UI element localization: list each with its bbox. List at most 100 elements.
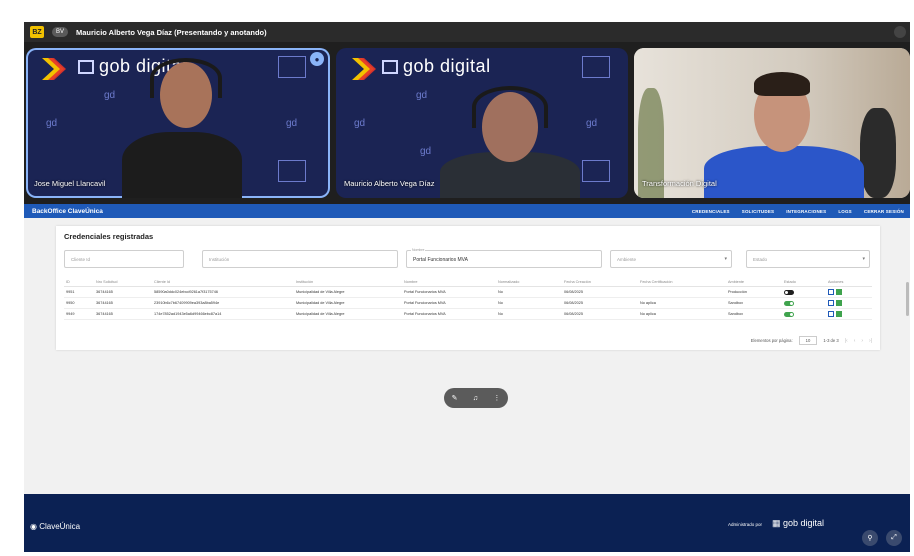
institucion-field[interactable]: Institución <box>202 250 398 268</box>
cell-acciones <box>826 308 872 320</box>
footer-brand: ◉ ClaveÚnica <box>30 522 81 531</box>
volume-icon[interactable]: ♫ <box>473 395 478 402</box>
estado-toggle[interactable] <box>784 289 794 295</box>
col-id[interactable]: ID <box>64 278 94 287</box>
cell-id: 9951 <box>64 286 94 298</box>
cell-certificacion: No aplica <box>638 308 726 320</box>
ambiente-select[interactable]: Ambiente ▾ <box>610 250 732 268</box>
headset <box>472 86 548 128</box>
next-page-icon[interactable]: › <box>861 338 863 344</box>
cell-institucion: Municipalidad de Villa Alegre <box>294 297 402 309</box>
col-cliente[interactable]: Cliente Id <box>152 278 294 287</box>
card-title: Credenciales registradas <box>64 232 154 241</box>
document-icon[interactable] <box>836 289 842 295</box>
first-page-icon[interactable]: |‹ <box>845 338 848 344</box>
nav-logs[interactable]: LOGS <box>838 209 852 214</box>
cell-normalizado: No <box>496 308 562 320</box>
qr-decoration <box>278 56 306 78</box>
table-scrollbar[interactable] <box>906 282 909 316</box>
zoom-icon[interactable]: ⚲ <box>862 530 878 546</box>
cell-creacion: 06/08/2025 <box>562 297 638 309</box>
nav-cerrar-sesion[interactable]: CERRAR SESIÓN <box>864 209 904 214</box>
cell-creacion: 06/08/2025 <box>562 286 638 298</box>
cell-certificacion <box>638 286 726 298</box>
chevron-logo-icon <box>352 58 376 80</box>
presentation-controls: ✎ ♫ ⋮ <box>444 388 508 408</box>
person-body <box>704 146 864 198</box>
wall-small-logo: gd <box>420 146 432 157</box>
edit-icon[interactable] <box>828 300 834 306</box>
headset <box>150 58 222 98</box>
col-normalizado[interactable]: Normalizado <box>496 278 562 287</box>
cell-nombre: Portal Funcionarios MVA <box>402 297 496 309</box>
app-navbar: BackOffice ClaveÚnica CREDENCIALES SOLIC… <box>24 204 910 218</box>
credentials-table: ID Nro Solicitud Cliente Id Institución … <box>64 278 872 320</box>
more-options-icon[interactable]: ⋮ <box>493 394 500 402</box>
app-brand[interactable]: BackOffice ClaveÚnica <box>32 208 103 215</box>
cell-solicitud: 36744165 <box>94 286 152 298</box>
col-creacion[interactable]: Fecha Creación <box>562 278 638 287</box>
expand-icon[interactable]: ⤢ <box>886 530 902 546</box>
cliente-id-field[interactable]: Cliente Id <box>64 250 184 268</box>
participant-tile-1[interactable]: gob digital gd gd gd ● Jose Miguel Llanc… <box>26 48 330 198</box>
cell-ambiente: Producción <box>726 286 782 298</box>
participant-tile-3[interactable]: Transformación Digital <box>634 48 910 198</box>
edit-icon[interactable] <box>828 289 834 295</box>
chevron-logo-icon <box>42 58 66 80</box>
cell-normalizado: No <box>496 297 562 309</box>
cell-cliente: 174e7852ad1943e5a6d99466ebc87a14 <box>152 308 294 320</box>
col-institucion[interactable]: Institución <box>294 278 402 287</box>
participant-tile-2[interactable]: gob digital gd gd gd gd Mauricio Alberto… <box>336 48 628 198</box>
nav-solicitudes[interactable]: SOLICITUDES <box>742 209 774 214</box>
page-size-select[interactable]: 10 <box>798 336 818 345</box>
cell-cliente: 58590a0ddc024ebcd9261a7f3175746 <box>152 286 294 298</box>
cell-id: 9950 <box>64 297 94 309</box>
footer-gob-logo: ▦ gob digital <box>772 518 825 528</box>
col-solicitud[interactable]: Nro Solicitud <box>94 278 152 287</box>
presenter-chip[interactable]: BV <box>52 27 69 37</box>
col-acciones: Acciones <box>826 278 872 287</box>
document-icon[interactable] <box>836 311 842 317</box>
pager-range: 1-3 de 3 <box>823 338 839 343</box>
estado-toggle[interactable] <box>784 300 794 306</box>
cell-acciones <box>826 297 872 309</box>
nombre-field[interactable]: Nombre Portal Funcionarios MVA <box>406 248 602 268</box>
clave-unica-icon: ◉ <box>30 522 40 531</box>
cell-estado <box>782 308 826 320</box>
wall-small-logo: gd <box>286 118 298 129</box>
estado-select[interactable]: Estado ▾ <box>746 250 870 268</box>
speaking-icon: ● <box>310 52 324 66</box>
edit-icon[interactable] <box>828 311 834 317</box>
backoffice-app: BackOffice ClaveÚnica CREDENCIALES SOLIC… <box>24 204 910 494</box>
document-icon[interactable] <box>836 300 842 306</box>
participant-name: Transformación Digital <box>642 179 717 188</box>
cell-creacion: 06/08/2025 <box>562 308 638 320</box>
guitar-case <box>860 108 896 198</box>
meet-window: BZ BV Mauricio Alberto Vega Díaz (Presen… <box>24 22 910 552</box>
cell-solicitud: 36744165 <box>94 308 152 320</box>
window-control-icon[interactable] <box>894 26 906 38</box>
cell-acciones <box>826 286 872 298</box>
institucion-placeholder: Institución <box>209 257 230 262</box>
col-nombre[interactable]: Nombre <box>402 278 496 287</box>
participant-tiles: gob digital gd gd gd ● Jose Miguel Llanc… <box>24 48 910 200</box>
col-estado[interactable]: Estado <box>782 278 826 287</box>
nav-integraciones[interactable]: INTEGRACIONES <box>786 209 826 214</box>
qr-decoration <box>582 56 610 78</box>
estado-toggle[interactable] <box>784 311 794 317</box>
col-ambiente[interactable]: Ambiente <box>726 278 782 287</box>
cell-certificacion: No aplica <box>638 297 726 309</box>
meet-top-bar: BZ BV Mauricio Alberto Vega Díaz (Presen… <box>24 22 910 42</box>
last-page-icon[interactable]: ›| <box>869 338 872 344</box>
prev-page-icon[interactable]: ‹ <box>854 338 856 344</box>
cell-nombre: Portal Funcionarios MVA <box>402 308 496 320</box>
col-certificacion[interactable]: Fecha Certificación <box>638 278 726 287</box>
nav-links: CREDENCIALES SOLICITUDES INTEGRACIONES L… <box>692 209 910 214</box>
chevron-down-icon: ▾ <box>724 256 727 262</box>
nav-credenciales[interactable]: CREDENCIALES <box>692 209 730 214</box>
wall-small-logo: gd <box>46 118 58 129</box>
pen-off-icon[interactable]: ✎ <box>452 394 458 402</box>
table-row: 9950 36744165 23910b6c7b67409909ea393a8b… <box>64 297 872 309</box>
participant-name: Mauricio Alberto Vega Díaz <box>344 179 435 188</box>
wall-small-logo: gd <box>586 118 598 129</box>
